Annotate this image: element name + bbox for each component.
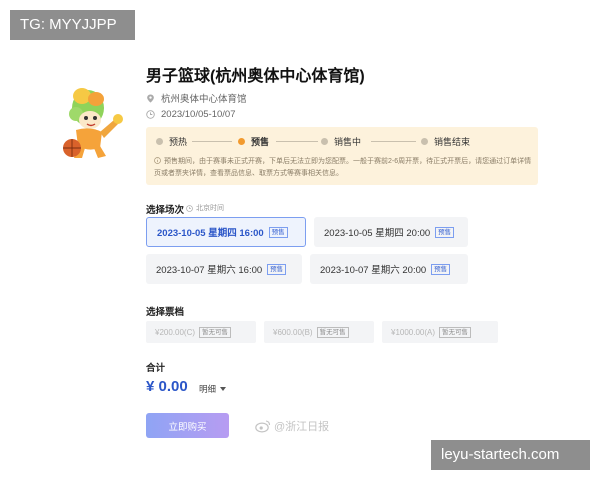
presale-badge: 预售 bbox=[431, 263, 451, 275]
unavailable-badge: 暂无可售 bbox=[199, 326, 232, 338]
step-connector bbox=[371, 141, 416, 142]
date-range-text: 2023/10/05-10/07 bbox=[161, 109, 236, 120]
presale-notice-text: 预售期间，由于赛事未正式开赛，下单后无法立即为您配票。一般于赛前2-6周开票，待… bbox=[154, 158, 532, 177]
tier-option-b[interactable]: ¥600.00(B) 暂无可售 bbox=[264, 321, 374, 343]
source-watermark: @浙江日报 bbox=[255, 418, 329, 434]
total-label: 合计 bbox=[146, 363, 166, 374]
unavailable-badge: 暂无可售 bbox=[316, 326, 349, 338]
step-dot bbox=[421, 138, 428, 145]
tier-option-c[interactable]: ¥200.00(C) 暂无可售 bbox=[146, 321, 256, 343]
step-dot-active bbox=[238, 138, 245, 145]
tier-section-label: 选择票档 bbox=[146, 307, 185, 318]
session-option-text: 2023-10-07 星期六 20:00 bbox=[320, 265, 427, 276]
date-row: 2023/10/05-10/07 bbox=[146, 109, 235, 120]
presale-badge: 预售 bbox=[267, 263, 287, 275]
sale-status-steps: 预热 预售 销售中 销售结束 bbox=[156, 135, 526, 149]
location-pin-icon bbox=[147, 93, 154, 103]
total-amount: ¥ 0.00 bbox=[146, 378, 188, 395]
venue-text: 杭州奥体中心体育馆 bbox=[161, 94, 247, 105]
step-connector bbox=[192, 141, 232, 142]
top-left-watermark-tag: TG: MYYJJPP bbox=[10, 10, 135, 40]
step-sale-ended: 销售结束 bbox=[421, 135, 470, 148]
mascot-image bbox=[63, 88, 123, 158]
session-option-text: 2023-10-05 星期四 20:00 bbox=[324, 228, 431, 239]
presale-badge: 预售 bbox=[435, 226, 455, 238]
tier-price: ¥600.00(B) bbox=[273, 327, 313, 337]
timezone-hint: 北京时间 bbox=[186, 203, 224, 213]
timezone-text: 北京时间 bbox=[196, 205, 224, 212]
session-option-1[interactable]: 2023-10-05 星期四 16:00 预售 bbox=[146, 217, 306, 247]
session-option-text: 2023-10-07 星期六 16:00 bbox=[156, 265, 263, 276]
step-connector bbox=[276, 141, 318, 142]
presale-notice: 预售期间，由于赛事未正式开赛，下单后无法立即为您配票。一般于赛前2-6周开票，待… bbox=[154, 156, 534, 180]
sale-status-panel: 预热 预售 销售中 销售结束 预售期间，由于赛事未正式开赛，下单后无法立即为您配… bbox=[146, 127, 538, 185]
step-on-sale: 销售中 bbox=[321, 135, 361, 148]
weibo-logo-icon bbox=[255, 420, 271, 433]
tier-price: ¥1000.00(A) bbox=[391, 327, 436, 337]
watermark-text: @浙江日报 bbox=[274, 421, 330, 433]
tier-option-a[interactable]: ¥1000.00(A) 暂无可售 bbox=[382, 321, 498, 343]
session-option-4[interactable]: 2023-10-07 星期六 20:00 预售 bbox=[310, 254, 468, 284]
tier-price: ¥200.00(C) bbox=[155, 327, 196, 337]
price-detail-label: 明细 bbox=[199, 384, 217, 394]
venue-row: 杭州奥体中心体育馆 bbox=[146, 91, 247, 105]
session-option-text: 2023-10-05 星期四 16:00 bbox=[157, 228, 264, 239]
bottom-right-watermark-tag: leyu-startech.com bbox=[431, 440, 590, 470]
clock-icon bbox=[186, 204, 193, 212]
unavailable-badge: 暂无可售 bbox=[439, 326, 472, 338]
session-option-2[interactable]: 2023-10-05 星期四 20:00 预售 bbox=[314, 217, 468, 247]
event-title: 男子篮球(杭州奥体中心体育馆) bbox=[146, 68, 365, 85]
session-option-3[interactable]: 2023-10-07 星期六 16:00 预售 bbox=[146, 254, 302, 284]
presale-badge: 预售 bbox=[268, 226, 288, 238]
step-warmup: 预热 bbox=[156, 135, 187, 148]
caret-down-icon bbox=[220, 387, 227, 391]
step-dot bbox=[156, 138, 163, 145]
clock-icon bbox=[146, 110, 155, 119]
info-icon bbox=[154, 157, 161, 164]
step-presale: 预售 bbox=[238, 135, 269, 148]
price-detail-toggle[interactable]: 明细 bbox=[199, 383, 227, 395]
session-section-label: 选择场次 bbox=[146, 205, 185, 216]
step-dot bbox=[321, 138, 328, 145]
buy-now-button[interactable]: 立即购买 bbox=[146, 413, 229, 438]
